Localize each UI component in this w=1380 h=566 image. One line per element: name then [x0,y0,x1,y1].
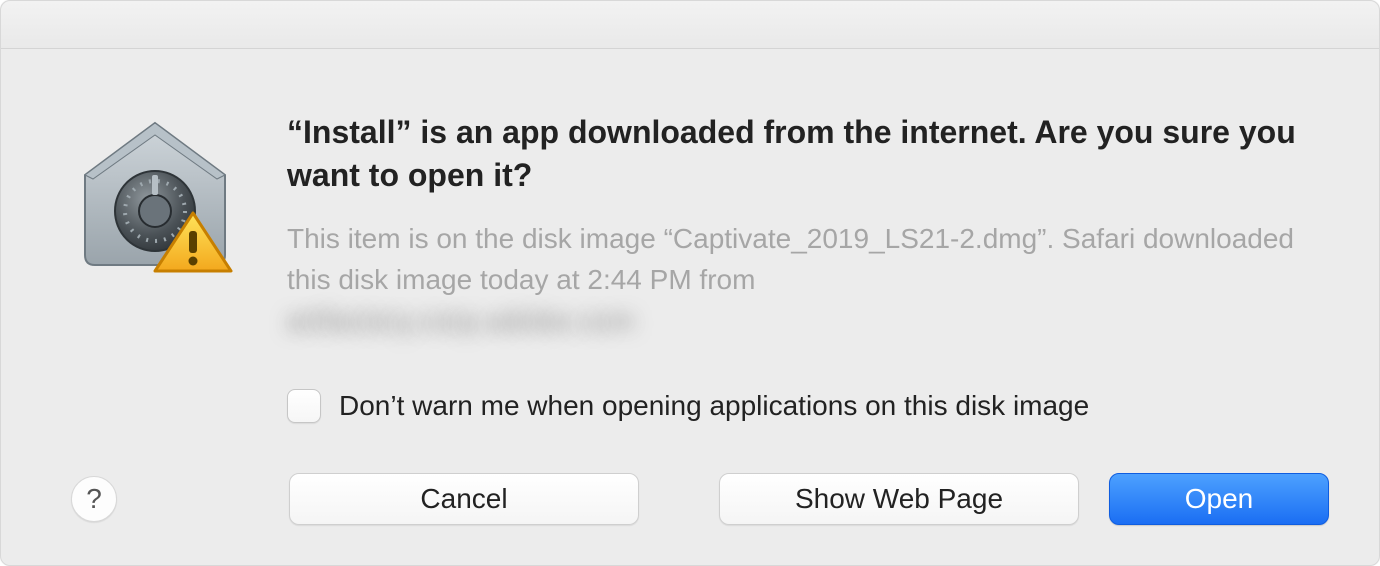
help-button[interactable]: ? [71,476,117,522]
dialog-subtext: This item is on the disk image “Captivat… [287,219,1319,341]
action-buttons: Cancel Show Web Page Open [289,473,1329,525]
dialog-text-column: “Install” is an app downloaded from the … [287,111,1319,423]
cancel-button[interactable]: Cancel [289,473,639,525]
dialog-icon-column [71,111,239,275]
dialog-content: “Install” is an app downloaded from the … [1,49,1379,423]
dialog-subtext-source-redacted: artfactory.corp.adobe.com [287,301,635,342]
open-button[interactable]: Open [1109,473,1329,525]
dont-warn-checkbox-row: Don’t warn me when opening applications … [287,389,1319,423]
dont-warn-checkbox[interactable] [287,389,321,423]
dialog-button-row: ? Cancel Show Web Page Open [1,473,1379,525]
dialog-heading: “Install” is an app downloaded from the … [287,111,1319,197]
security-warning-dialog: “Install” is an app downloaded from the … [0,0,1380,566]
gatekeeper-security-icon [75,115,235,275]
show-web-page-button[interactable]: Show Web Page [719,473,1079,525]
dialog-titlebar [1,1,1379,49]
dont-warn-checkbox-label: Don’t warn me when opening applications … [339,390,1089,422]
dialog-subtext-line: This item is on the disk image “Captivat… [287,223,1294,295]
